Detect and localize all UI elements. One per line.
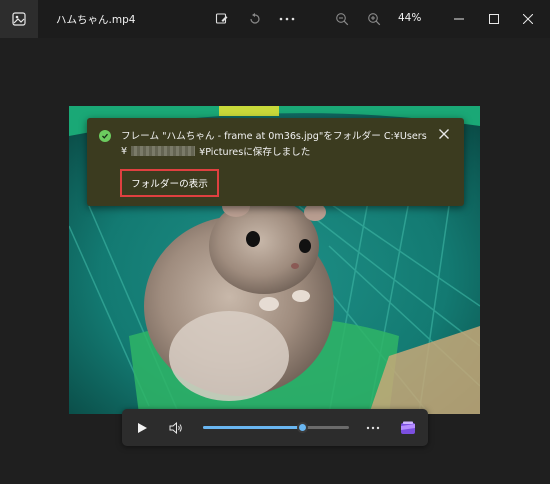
minimize-icon	[454, 18, 464, 20]
rotate-button[interactable]	[245, 9, 265, 29]
clipchamp-button[interactable]	[398, 418, 418, 438]
show-folder-button[interactable]: フォルダーの表示	[120, 169, 219, 197]
close-icon	[523, 14, 533, 24]
edit-image-icon	[215, 13, 228, 24]
close-icon	[439, 129, 449, 139]
zoom-out-button[interactable]	[332, 9, 352, 29]
path-suffix: ¥Picturesに保存しました	[199, 147, 311, 158]
app-icon	[0, 0, 38, 38]
seek-thumb[interactable]	[297, 422, 309, 433]
close-window-button[interactable]	[518, 9, 538, 29]
seek-bar[interactable]	[203, 422, 349, 433]
notification-message-line2: ¥ ¥Picturesに保存しました	[121, 144, 311, 159]
rotate-icon	[250, 13, 260, 24]
volume-button[interactable]	[166, 418, 186, 438]
notification-message-line1: フレーム "ハムちゃん - frame at 0m36s.jpg"をフォルダー …	[121, 131, 427, 142]
redacted-username	[131, 146, 196, 156]
clipchamp-icon	[401, 421, 415, 434]
photos-app-icon	[12, 12, 26, 26]
maximize-button[interactable]	[484, 9, 504, 29]
play-icon	[138, 423, 147, 433]
edit-image-button[interactable]	[212, 9, 232, 29]
title-bar: ハムちゃん.mp4 44%	[0, 0, 550, 38]
more-icon	[279, 17, 295, 21]
maximize-icon	[489, 14, 499, 24]
play-button[interactable]	[132, 418, 152, 438]
more-playback-options-button[interactable]	[363, 418, 383, 438]
zoom-level[interactable]: 44%	[398, 12, 421, 24]
zoom-in-button[interactable]	[364, 9, 384, 29]
volume-icon	[169, 422, 182, 434]
window-title: ハムちゃん.mp4	[56, 14, 136, 26]
path-prefix: ¥	[121, 145, 128, 157]
zoom-out-icon	[336, 13, 349, 26]
minimize-button[interactable]	[449, 9, 469, 29]
playback-controls	[122, 409, 428, 446]
more-icon	[366, 426, 380, 430]
saved-frame-notification: フレーム "ハムちゃん - frame at 0m36s.jpg"をフォルダー …	[87, 118, 464, 206]
seek-progress	[203, 426, 303, 429]
success-icon	[99, 130, 111, 142]
more-options-button[interactable]	[277, 9, 297, 29]
notification-close-button[interactable]	[436, 126, 452, 142]
zoom-in-icon	[368, 13, 381, 26]
